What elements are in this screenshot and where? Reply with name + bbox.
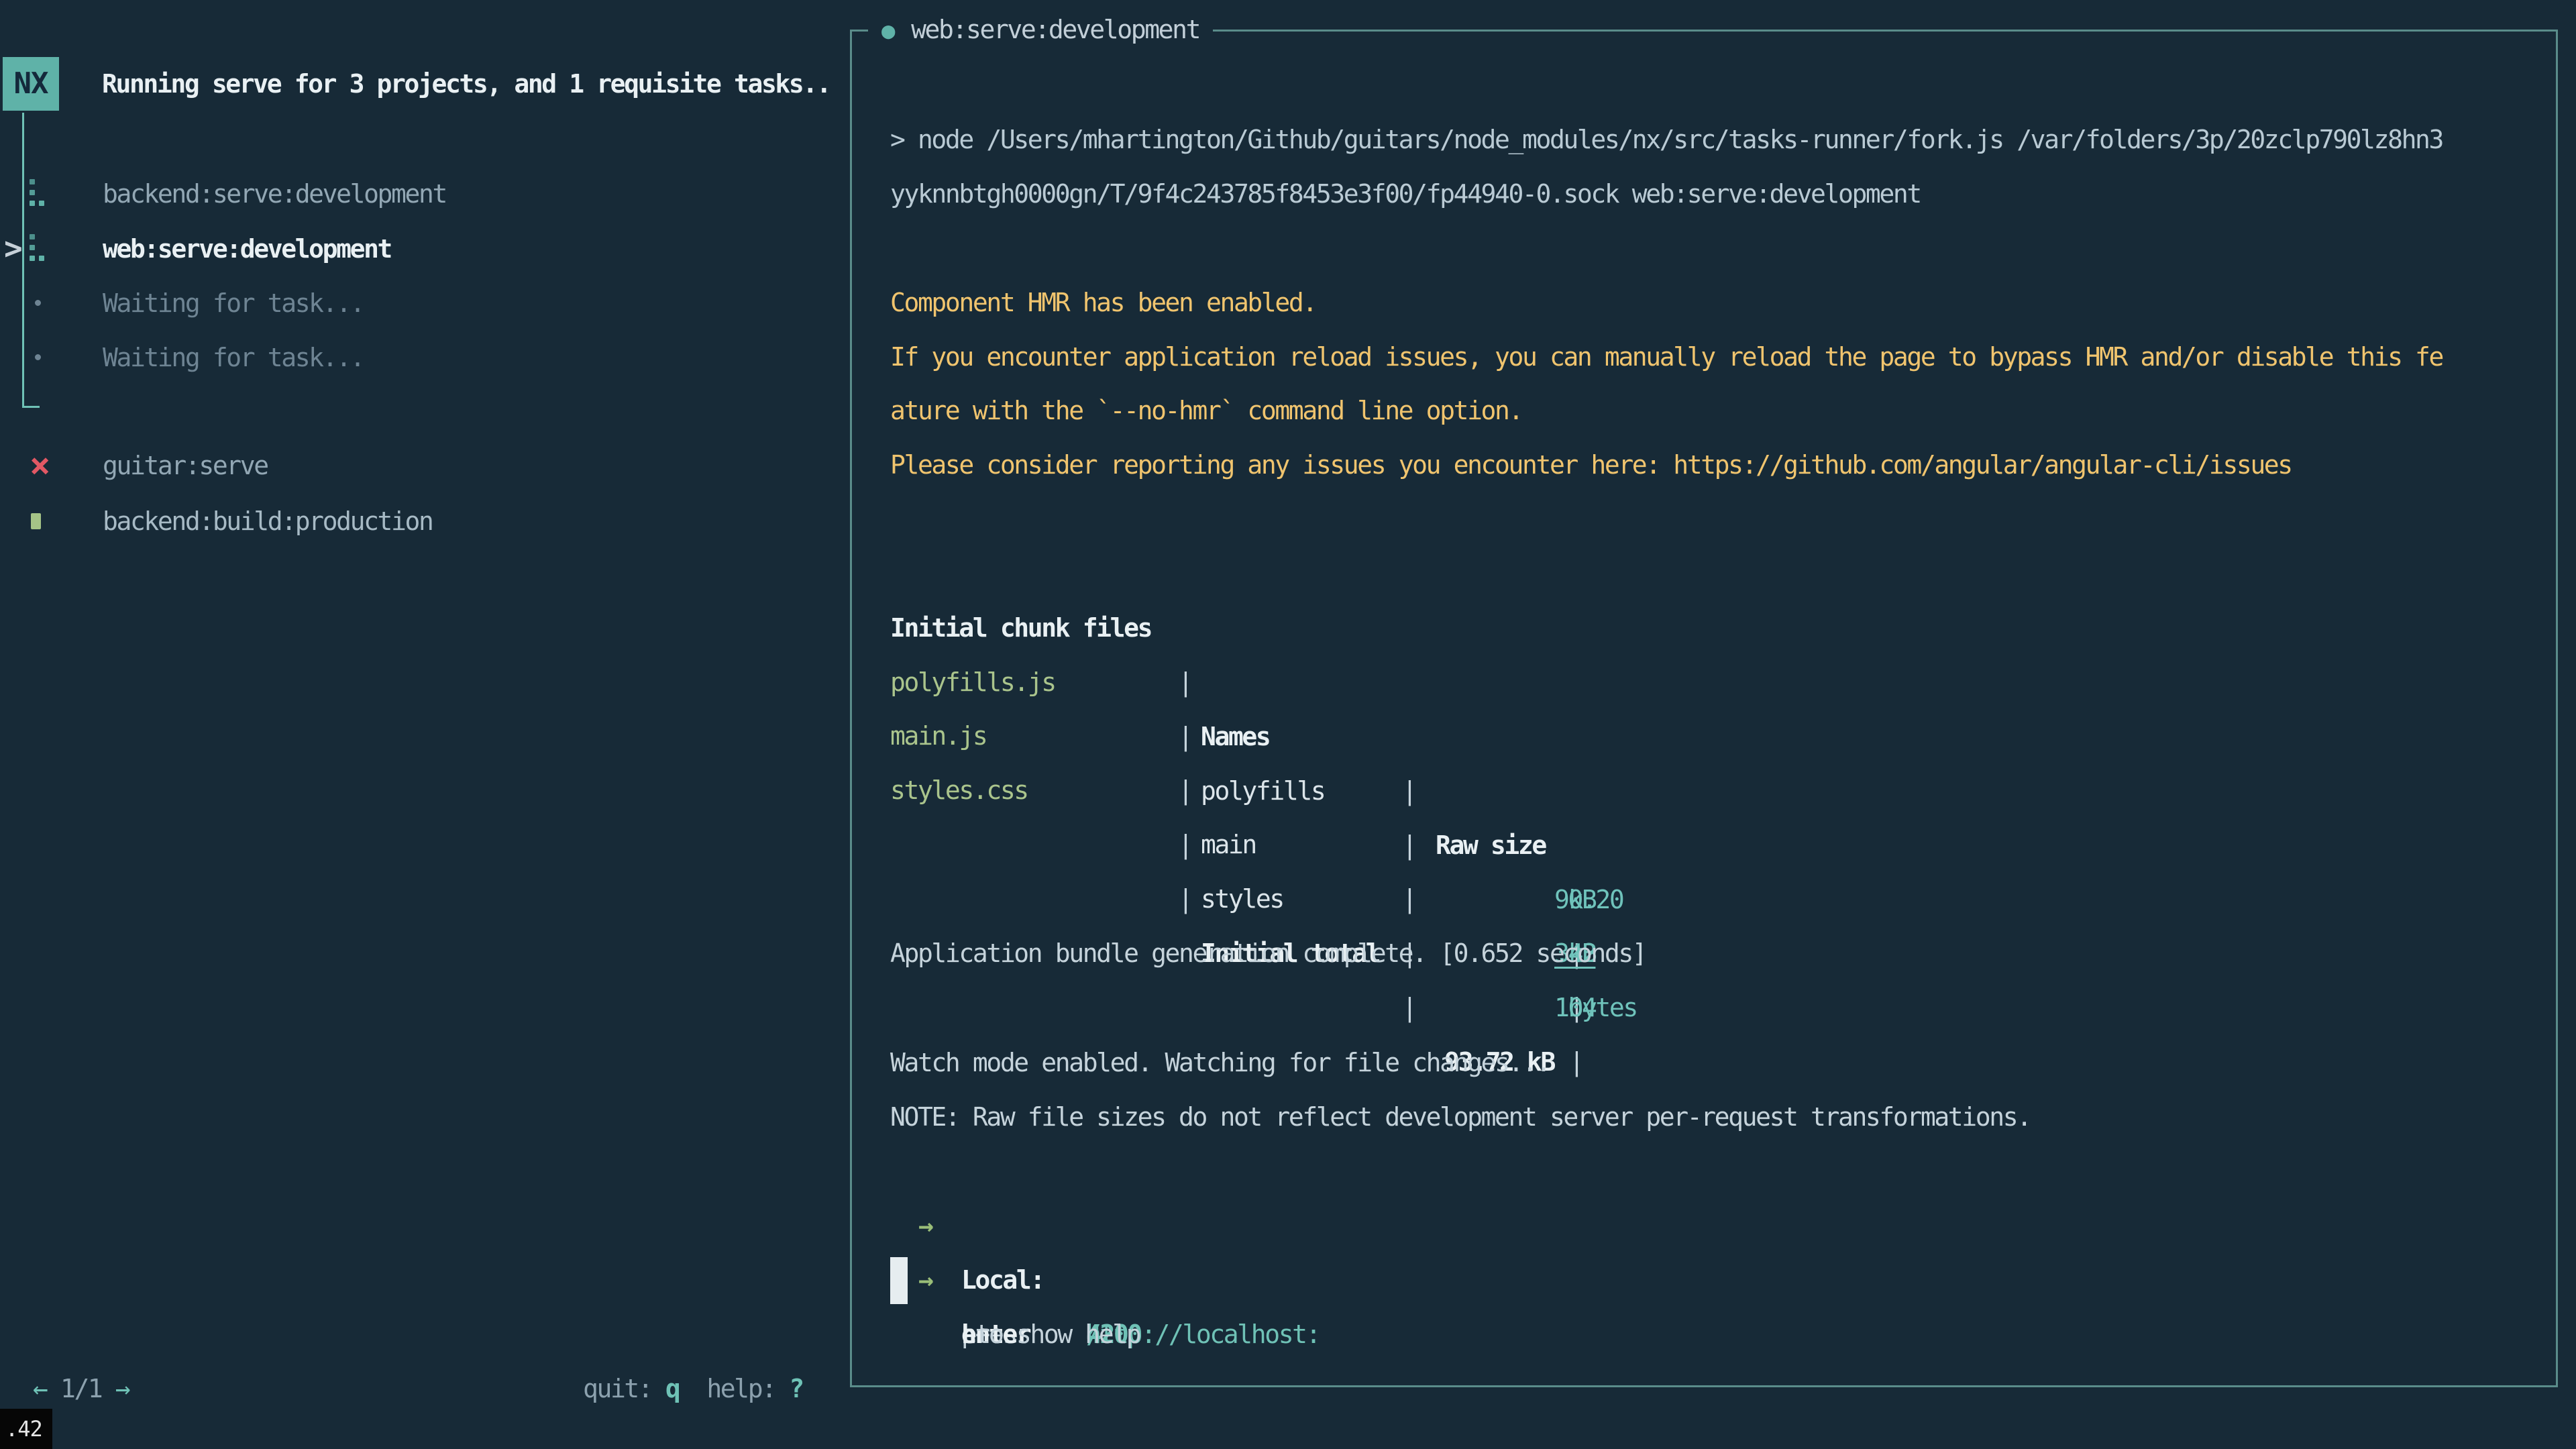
chunk-table-header-row: Initial chunk files | Names | Raw size xyxy=(890,547,1628,601)
task-label: Waiting for task... xyxy=(103,343,364,372)
help-key[interactable]: ? xyxy=(789,1374,802,1403)
task-label: backend:build:production xyxy=(103,506,432,536)
pager-count xyxy=(46,1374,60,1403)
waiting-dot-icon xyxy=(30,354,103,360)
pipe-divider: | xyxy=(1569,1035,1582,1089)
pager-count: 1/1 xyxy=(60,1374,101,1403)
task-label: backend:serve:development xyxy=(103,179,446,209)
selected-task-caret-icon: > xyxy=(4,221,21,276)
hmr-warning-line-1: Component HMR has been enabled. xyxy=(890,276,1316,330)
hmr-warning-line-4: Please consider reporting any issues you… xyxy=(890,438,2292,492)
pipe-divider: | xyxy=(1402,872,1415,926)
overlay-badge: .42 xyxy=(0,1409,52,1449)
task-row-guitar-serve[interactable]: × guitar:serve xyxy=(30,438,268,492)
chunk-name: polyfills xyxy=(1201,764,1324,818)
chunk-name: styles xyxy=(1201,872,1283,926)
hmr-warning-line-2: If you encounter application reload issu… xyxy=(890,330,2443,384)
quit-key[interactable]: q xyxy=(665,1374,679,1403)
pipe-divider: | xyxy=(1178,763,1191,818)
raw-size-note: NOTE: Raw file sizes do not reflect deve… xyxy=(890,1090,2031,1144)
pipe-divider: | xyxy=(1402,764,1415,818)
waiting-dot-icon xyxy=(30,300,103,306)
app-title: Running serve for 3 projects, and 1 requ… xyxy=(102,57,830,111)
local-url-line: → Local: http://localhost:4200/ xyxy=(890,1144,1829,1199)
footer-keybindings: quit: q help: ? xyxy=(583,1362,803,1416)
pipe-divider: | xyxy=(1178,872,1191,926)
task-label-selected: web:serve:development xyxy=(103,234,391,264)
spinner-icon xyxy=(30,234,103,264)
task-label: Waiting for task... xyxy=(103,288,364,318)
task-tree-line xyxy=(22,113,24,408)
chunk-size: 90.20 kB xyxy=(1420,873,1554,927)
task-tree-corner xyxy=(22,406,40,408)
chunk-size: 104 bytes xyxy=(1420,981,1554,1035)
arrow-icon: → xyxy=(918,1253,932,1307)
hmr-warning-line-3: ature with the `--no-hmr` command line o… xyxy=(890,384,1522,438)
task-row-backend-serve[interactable]: backend:serve:development xyxy=(30,166,446,221)
task-label: guitar:serve xyxy=(103,451,268,480)
failed-cross-icon: × xyxy=(30,448,103,483)
bundle-complete-status: Application bundle generation complete. … xyxy=(890,926,1646,981)
chunk-table-row-main: main.js | main | 3.42 kB | xyxy=(890,655,1628,709)
nx-logo: NX xyxy=(3,57,59,111)
spinner-icon xyxy=(30,179,103,209)
output-panel-title: ● web:serve:development xyxy=(868,11,1213,48)
task-row-backend-build[interactable]: backend:build:production xyxy=(30,494,432,548)
chunk-table-row-styles: styles.css | styles | 104 bytes | xyxy=(890,709,1628,763)
output-panel-title-text: web:serve:development xyxy=(911,15,1199,44)
task-row-waiting-1[interactable]: Waiting for task... xyxy=(30,276,364,330)
chunk-table-row-polyfills: polyfills.js | polyfills | 90.20 kB | xyxy=(890,601,1628,655)
watch-mode-status: Watch mode enabled. Watching for file ch… xyxy=(890,1036,1550,1090)
pager-prev-arrow-icon[interactable]: ← xyxy=(33,1374,46,1403)
help-label: help: xyxy=(679,1374,789,1403)
task-row-web-serve[interactable]: web:serve:development xyxy=(30,221,391,276)
terminal-command-line-1: > node /Users/mhartington/Github/guitars… xyxy=(890,113,2443,167)
success-square-icon xyxy=(30,513,103,529)
terminal-cursor[interactable] xyxy=(890,1257,908,1304)
local-label: Local: xyxy=(961,1253,1044,1307)
task-row-waiting-2[interactable]: Waiting for task... xyxy=(30,330,364,384)
chunk-file: styles.css xyxy=(890,763,1028,818)
pipe-divider: | xyxy=(1402,981,1415,1035)
running-dot-icon: ● xyxy=(881,17,894,44)
help-hint-line: → press h + enter to show help xyxy=(890,1199,1829,1253)
terminal-command-line-2: yyknnbtgh0000gn/T/9f4c243785f8453e3f00/f… xyxy=(890,167,1921,221)
pager-next-arrow-icon[interactable]: → xyxy=(115,1374,129,1403)
pager: ← 1/1 → xyxy=(33,1362,129,1416)
quit-label: quit: xyxy=(583,1374,665,1403)
pager-space xyxy=(101,1374,115,1403)
chunk-table-total-row: | Initial total | 93.72 kB xyxy=(890,818,1628,872)
